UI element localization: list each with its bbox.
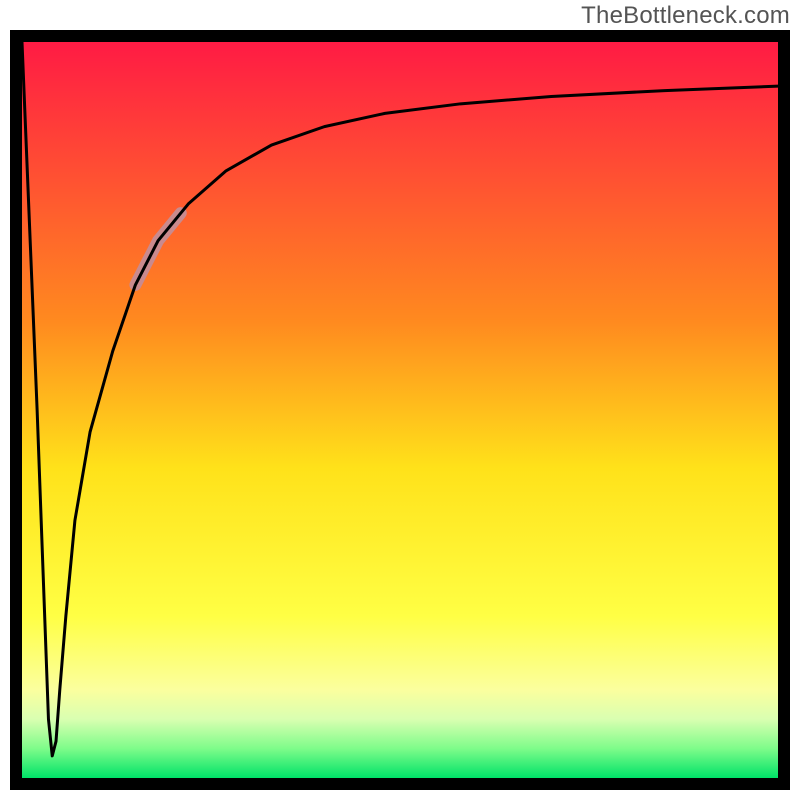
plot-area xyxy=(22,42,778,778)
chart-container: TheBottleneck.com xyxy=(0,0,800,800)
gradient-background xyxy=(22,42,778,778)
chart-svg xyxy=(22,42,778,778)
watermark-text: TheBottleneck.com xyxy=(581,2,790,30)
plot-border xyxy=(10,30,790,790)
